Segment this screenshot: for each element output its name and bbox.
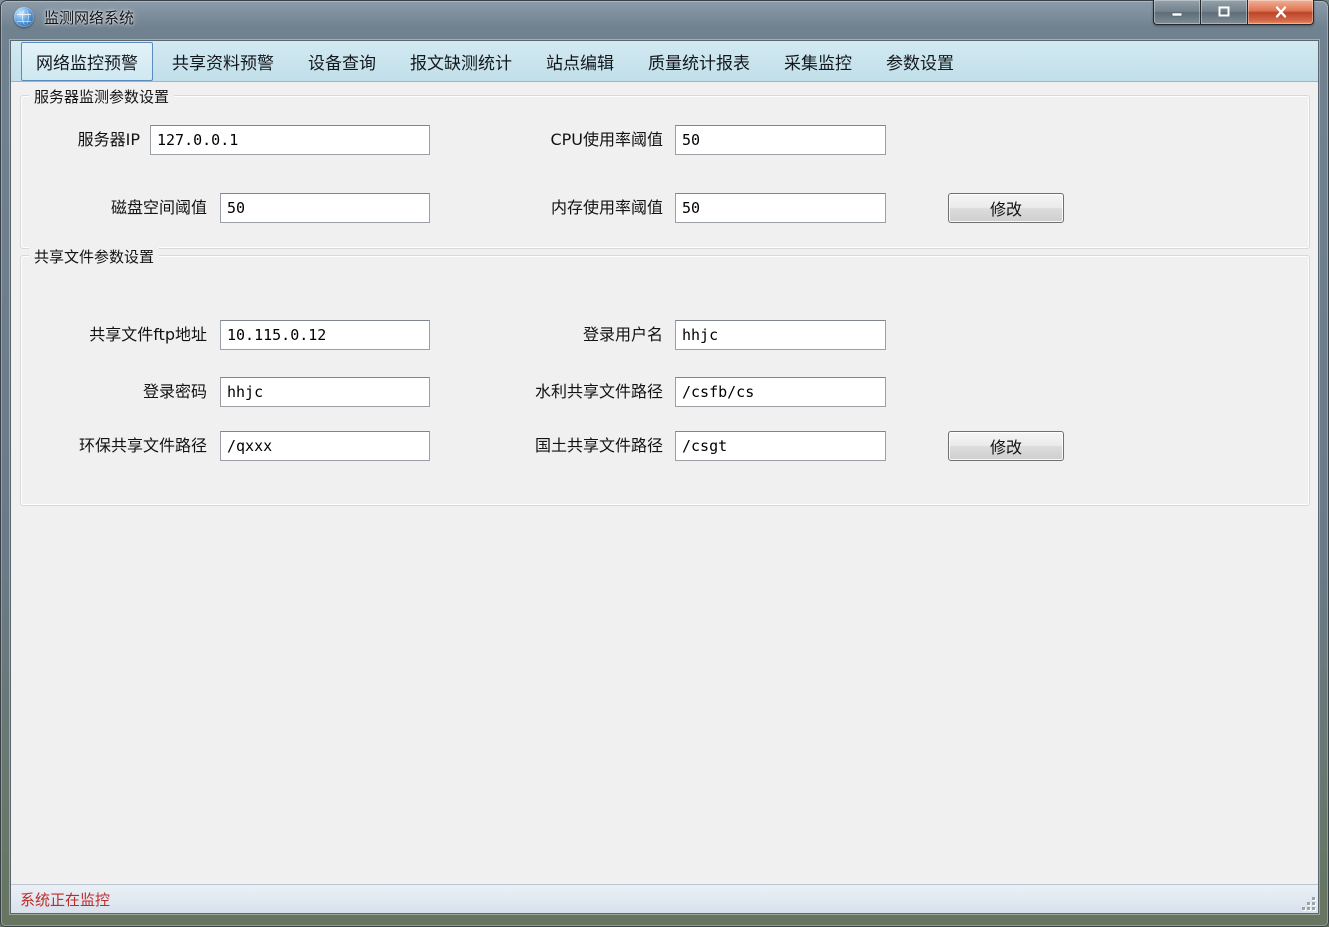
tab-bar: 网络监控预警 共享资料预警 设备查询 报文缺测统计 站点编辑 质量统计报表 采集… — [11, 41, 1318, 82]
server-params-groupbox: 服务器监测参数设置 — [20, 95, 1310, 249]
title-bar[interactable]: 监测网络系统 — [0, 0, 1329, 34]
share-params-groupbox: 共享文件参数设置 — [20, 255, 1310, 506]
server-ip-label: 服务器IP — [20, 125, 140, 155]
status-text: 系统正在监控 — [20, 889, 110, 910]
tab-content: 服务器监测参数设置 服务器IP CPU使用率阈值 磁盘空间阈值 内存使用率阈值 … — [11, 82, 1318, 884]
env-share-path-label: 环保共享文件路径 — [20, 431, 207, 461]
client-area: 网络监控预警 共享资料预警 设备查询 报文缺测统计 站点编辑 质量统计报表 采集… — [10, 40, 1319, 914]
window-controls — [1153, 0, 1314, 25]
login-username-label: 登录用户名 — [391, 320, 663, 350]
tab-shared-data-alert[interactable]: 共享资料预警 — [157, 42, 289, 81]
land-share-path-input[interactable] — [675, 431, 886, 461]
tab-collection-monitor[interactable]: 采集监控 — [769, 42, 867, 81]
cpu-threshold-input[interactable] — [675, 125, 886, 155]
server-modify-button[interactable]: 修改 — [948, 193, 1064, 223]
close-icon — [1273, 4, 1289, 20]
memory-threshold-input[interactable] — [675, 193, 886, 223]
tab-message-missing-stats[interactable]: 报文缺测统计 — [395, 42, 527, 81]
minimize-icon — [1169, 4, 1185, 20]
app-window: 监测网络系统 网络监控预警 共享资料预警 设备查询 报文缺测统计 站点编辑 质量… — [0, 0, 1329, 927]
tab-network-monitor-alert[interactable]: 网络监控预警 — [21, 42, 153, 81]
tab-station-edit[interactable]: 站点编辑 — [531, 42, 629, 81]
maximize-icon — [1216, 4, 1232, 20]
tab-quality-report[interactable]: 质量统计报表 — [633, 42, 765, 81]
server-ip-input[interactable] — [150, 125, 430, 155]
share-params-group-title: 共享文件参数设置 — [29, 246, 159, 267]
login-password-label: 登录密码 — [20, 377, 207, 407]
server-params-group-title: 服务器监测参数设置 — [29, 86, 174, 107]
water-share-path-input[interactable] — [675, 377, 886, 407]
land-share-path-label: 国土共享文件路径 — [391, 431, 663, 461]
window-title: 监测网络系统 — [44, 7, 134, 28]
share-modify-button[interactable]: 修改 — [948, 431, 1064, 461]
login-username-input[interactable] — [675, 320, 886, 350]
close-button[interactable] — [1248, 0, 1314, 25]
tab-device-query[interactable]: 设备查询 — [293, 42, 391, 81]
tab-parameter-settings[interactable]: 参数设置 — [871, 42, 969, 81]
disk-threshold-label: 磁盘空间阈值 — [20, 193, 207, 223]
status-bar: 系统正在监控 — [11, 884, 1318, 913]
maximize-button[interactable] — [1200, 0, 1248, 25]
globe-icon — [14, 7, 34, 27]
resize-grip-icon[interactable] — [1302, 897, 1315, 910]
memory-threshold-label: 内存使用率阈值 — [391, 193, 663, 223]
water-share-path-label: 水利共享文件路径 — [391, 377, 663, 407]
cpu-threshold-label: CPU使用率阈值 — [391, 125, 663, 155]
minimize-button[interactable] — [1153, 0, 1200, 25]
ftp-address-label: 共享文件ftp地址 — [20, 320, 207, 350]
